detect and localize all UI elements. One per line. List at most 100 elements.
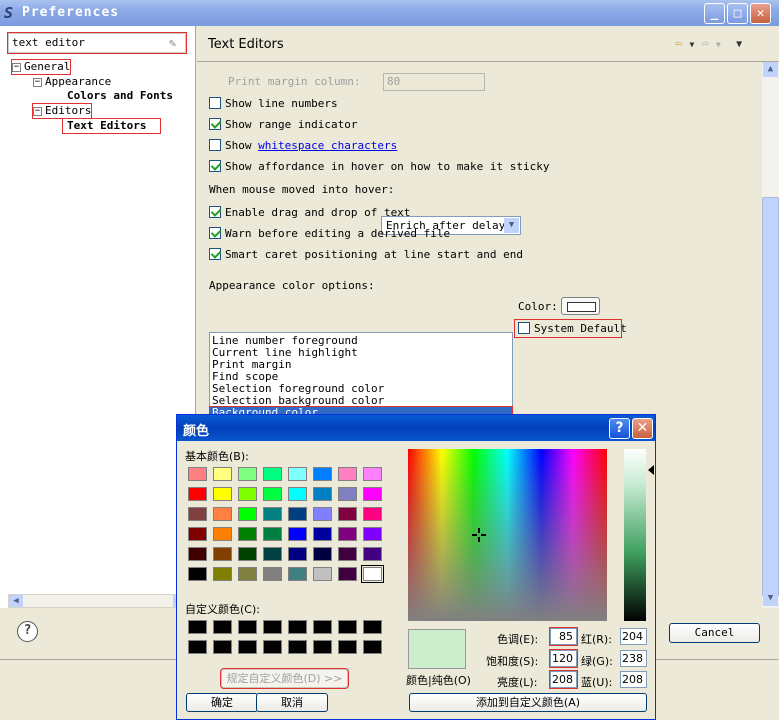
basic-color-swatch[interactable]	[363, 527, 382, 541]
dialog-help-button[interactable]: ?	[609, 418, 630, 439]
hue-input[interactable]: 85	[549, 627, 578, 646]
custom-color-swatch[interactable]	[363, 620, 382, 634]
minimize-button[interactable]: _	[704, 3, 725, 24]
basic-color-swatch[interactable]	[188, 467, 207, 481]
collapse-icon[interactable]: −	[12, 62, 21, 72]
custom-color-swatch[interactable]	[188, 640, 207, 654]
basic-color-swatch[interactable]	[338, 527, 357, 541]
basic-color-swatch[interactable]	[338, 547, 357, 561]
custom-color-swatch[interactable]	[288, 640, 307, 654]
warn-derived-checkbox[interactable]: Warn before editing a derived file	[209, 227, 450, 240]
basic-color-swatch[interactable]	[263, 487, 282, 501]
checkbox-box[interactable]	[209, 248, 221, 260]
basic-color-swatch[interactable]	[338, 567, 357, 581]
drag-drop-checkbox[interactable]: Enable drag and drop of text	[209, 206, 410, 219]
custom-color-swatch[interactable]	[213, 620, 232, 634]
basic-color-swatch[interactable]	[313, 547, 332, 561]
basic-color-swatch[interactable]	[288, 467, 307, 481]
custom-color-swatch[interactable]	[263, 620, 282, 634]
show-range-indicator-checkbox[interactable]: Show range indicator	[209, 118, 357, 131]
basic-color-swatch[interactable]	[288, 527, 307, 541]
basic-color-swatch[interactable]	[263, 547, 282, 561]
whitespace-characters-link[interactable]: whitespace characters	[258, 139, 397, 152]
basic-color-swatch[interactable]	[363, 507, 382, 521]
close-button[interactable]: ✕	[750, 3, 771, 24]
red-input[interactable]: 204	[620, 628, 647, 645]
checkbox-box[interactable]	[209, 160, 221, 172]
basic-color-swatch[interactable]	[288, 547, 307, 561]
ok-button[interactable]: 确定	[186, 693, 258, 712]
tree-node-colors-and-fonts[interactable]: Colors and Fonts	[67, 89, 173, 103]
custom-color-swatch[interactable]	[238, 620, 257, 634]
basic-color-swatch[interactable]	[288, 567, 307, 581]
checkbox-box[interactable]	[209, 139, 221, 151]
basic-color-swatch[interactable]	[238, 487, 257, 501]
basic-color-swatch[interactable]	[288, 507, 307, 521]
define-custom-colors-button[interactable]: 规定自定义颜色(D) >>	[220, 668, 349, 689]
custom-color-swatch[interactable]	[188, 620, 207, 634]
custom-color-swatch[interactable]	[288, 620, 307, 634]
title-bar[interactable]: S Preferences _ □ ✕	[0, 0, 779, 26]
cancel-button[interactable]: Cancel	[669, 623, 760, 643]
basic-color-swatch[interactable]	[363, 467, 382, 481]
scroll-down-icon[interactable]: ▼	[763, 591, 778, 606]
basic-color-swatch[interactable]	[363, 547, 382, 561]
dialog-cancel-button[interactable]: 取消	[256, 693, 328, 712]
basic-color-swatch[interactable]	[238, 507, 257, 521]
show-whitespace-checkbox[interactable]: Show whitespace characters	[209, 139, 397, 152]
basic-color-swatch[interactable]	[238, 527, 257, 541]
back-menu-icon[interactable]: ▼	[689, 40, 694, 49]
tree-node-editors[interactable]: − Editors	[31, 103, 93, 119]
basic-color-swatch[interactable]	[313, 567, 332, 581]
luminance-input[interactable]: 208	[549, 670, 578, 689]
tree-node-general[interactable]: − General	[10, 59, 72, 75]
checkbox-box[interactable]	[209, 118, 221, 130]
checkbox-box[interactable]	[209, 206, 221, 218]
color-dialog-title-bar[interactable]: 颜色 ? ✕	[177, 415, 655, 441]
basic-color-swatch[interactable]	[238, 547, 257, 561]
basic-color-swatch[interactable]	[188, 487, 207, 501]
saturation-input[interactable]: 120	[549, 649, 578, 668]
basic-color-swatch[interactable]	[213, 507, 232, 521]
scrollbar-thumb[interactable]	[762, 197, 779, 597]
basic-color-swatch[interactable]	[238, 567, 257, 581]
basic-color-swatch[interactable]	[288, 487, 307, 501]
basic-color-swatch[interactable]	[263, 507, 282, 521]
show-affordance-checkbox[interactable]: Show affordance in hover on how to make …	[209, 160, 550, 173]
settings-vertical-scrollbar[interactable]: ▲ ▼	[762, 62, 779, 608]
scroll-up-icon[interactable]: ▲	[763, 62, 778, 77]
filter-input[interactable]: text editor ✎	[7, 32, 187, 54]
basic-color-swatch[interactable]	[263, 467, 282, 481]
green-input[interactable]: 238	[620, 650, 647, 667]
custom-color-swatch[interactable]	[263, 640, 282, 654]
eraser-icon[interactable]: ✎	[169, 36, 181, 50]
checkbox-box[interactable]	[209, 227, 221, 239]
basic-color-swatch[interactable]	[338, 467, 357, 481]
forward-menu-icon[interactable]: ▼	[716, 40, 721, 49]
luminance-slider-arrow-icon[interactable]	[648, 465, 654, 475]
back-arrow-icon[interactable]: ⇦	[675, 36, 682, 50]
basic-color-swatch[interactable]	[213, 467, 232, 481]
custom-color-swatch[interactable]	[238, 640, 257, 654]
basic-color-swatch[interactable]	[213, 527, 232, 541]
basic-color-swatch[interactable]	[313, 507, 332, 521]
color-spectrum[interactable]	[408, 449, 607, 621]
custom-color-swatch[interactable]	[213, 640, 232, 654]
help-icon[interactable]: ?	[17, 621, 38, 642]
tree-node-appearance[interactable]: − Appearance	[33, 75, 111, 89]
basic-color-swatch[interactable]	[188, 567, 207, 581]
system-default-checkbox[interactable]: System Default	[514, 319, 627, 338]
basic-color-swatch[interactable]	[263, 567, 282, 581]
basic-color-swatch[interactable]	[363, 487, 382, 501]
basic-color-swatch[interactable]	[188, 507, 207, 521]
basic-color-swatch[interactable]	[361, 565, 384, 583]
custom-color-swatch[interactable]	[363, 640, 382, 654]
basic-color-swatch[interactable]	[213, 567, 232, 581]
basic-color-swatch[interactable]	[313, 467, 332, 481]
chevron-down-icon[interactable]: ▼	[504, 218, 519, 233]
forward-arrow-icon[interactable]: ⇨	[702, 36, 709, 50]
maximize-button[interactable]: □	[727, 3, 748, 24]
custom-color-swatch[interactable]	[313, 620, 332, 634]
basic-color-swatch[interactable]	[313, 487, 332, 501]
smart-caret-checkbox[interactable]: Smart caret positioning at line start an…	[209, 248, 523, 261]
